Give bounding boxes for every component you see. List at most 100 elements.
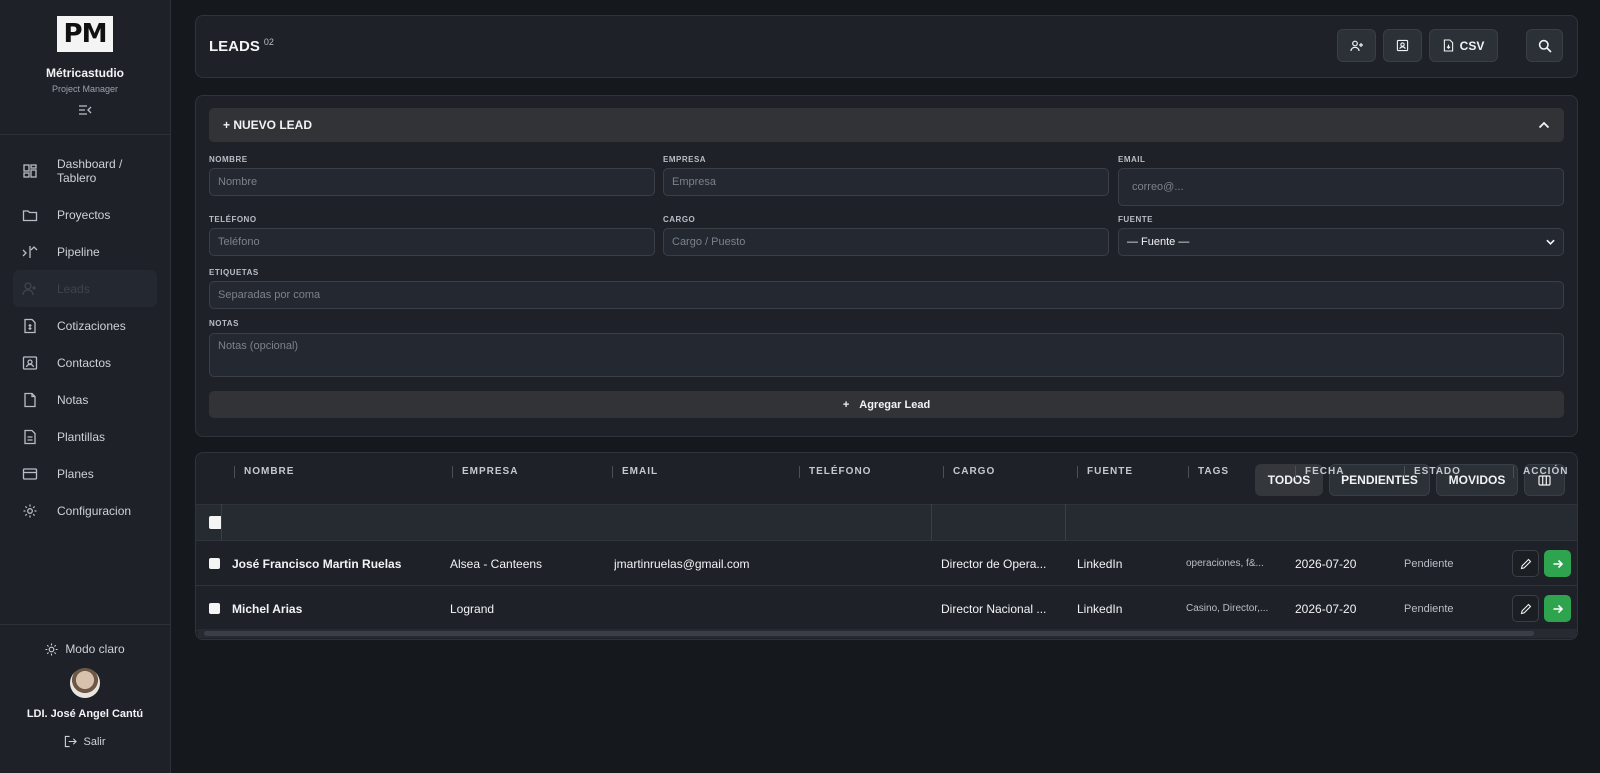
column-header-estado[interactable]: ESTADO <box>1404 453 1461 490</box>
edit-lead-button[interactable] <box>1512 550 1539 577</box>
gear-icon <box>23 504 37 517</box>
column-header-tags[interactable]: TAGS <box>1188 453 1229 490</box>
add-lead-button[interactable] <box>1337 29 1376 62</box>
export-csv-button[interactable]: CSV <box>1429 29 1498 62</box>
column-header-nombre[interactable]: NOMBRE <box>234 453 294 490</box>
sidebar-item-notas[interactable]: Notas <box>13 381 157 418</box>
lead-company: Logrand <box>450 601 495 616</box>
telefono-input[interactable] <box>209 228 655 256</box>
table-row[interactable]: Michel Arias Logrand Director Nacional .… <box>196 586 1577 631</box>
lead-status: Pendiente <box>1404 602 1454 615</box>
contact-card-icon <box>22 355 38 370</box>
pencil-icon <box>1520 558 1531 569</box>
notas-textarea[interactable] <box>209 333 1564 377</box>
user-plus-icon <box>1349 40 1363 51</box>
lead-name[interactable]: José Francisco Martin Ruelas <box>232 541 442 586</box>
sidebar-item-label: Planes <box>57 466 94 481</box>
sidebar-item-plantillas[interactable]: Plantillas <box>13 418 157 455</box>
sidebar-item-dashboard[interactable]: Dashboard / Tablero <box>13 150 157 192</box>
search-button[interactable] <box>1526 29 1563 62</box>
email-input[interactable] <box>1118 168 1564 206</box>
sidebar-item-label: Leads <box>57 281 90 296</box>
add-lead-submit-label: Agregar Lead <box>859 398 931 411</box>
empresa-label: EMPRESA <box>663 155 707 164</box>
chevron-up-icon <box>1538 121 1550 129</box>
quote-doc-icon <box>24 318 36 333</box>
telefono-label: TELÉFONO <box>209 215 257 224</box>
table-row[interactable]: José Francisco Martin Ruelas Alsea - Can… <box>196 541 1577 586</box>
move-lead-button[interactable] <box>1544 595 1571 622</box>
edit-lead-button[interactable] <box>1512 595 1539 622</box>
sidebar-item-label: Cotizaciones <box>57 318 126 333</box>
lead-tags: operaciones, f&... <box>1186 558 1264 569</box>
new-lead-title: + NUEVO LEAD <box>223 118 313 132</box>
lead-position: Director Nacional ... <box>941 601 1047 616</box>
empresa-input[interactable] <box>663 168 1109 196</box>
export-csv-label: CSV <box>1459 38 1485 53</box>
note-icon <box>24 392 36 407</box>
sidebar-item-pipeline[interactable]: Pipeline <box>13 233 157 270</box>
template-icon <box>24 429 36 444</box>
move-lead-button[interactable] <box>1544 550 1571 577</box>
theme-toggle-label: Modo claro <box>65 642 125 656</box>
sidebar-item-planes[interactable]: Planes <box>13 455 157 492</box>
arrow-right-icon <box>1553 559 1563 568</box>
notas-label: NOTAS <box>209 319 239 328</box>
new-lead-toggle[interactable]: + NUEVO LEAD <box>209 108 1564 142</box>
column-header-fecha[interactable]: FECHA <box>1295 453 1344 490</box>
column-header-email[interactable]: EMAIL <box>612 453 658 490</box>
lead-name[interactable]: Michel Arias <box>232 586 442 631</box>
page-header: LEADS 02 CSV <box>195 15 1578 78</box>
search-icon <box>1538 39 1552 53</box>
table-header <box>196 504 1577 541</box>
dashboard-icon <box>23 164 37 178</box>
column-header-accion: ACCIÓN <box>1513 453 1568 490</box>
sidebar-item-label: Notas <box>57 392 89 407</box>
sidebar-item-proyectos[interactable]: Proyectos <box>13 196 157 233</box>
column-header-telefono[interactable]: TELÉFONO <box>799 453 871 490</box>
card-icon <box>22 467 38 480</box>
sidebar-item-leads[interactable]: Leads <box>13 270 157 307</box>
file-export-icon <box>1443 39 1453 52</box>
horizontal-scrollbar-thumb[interactable] <box>204 631 1534 636</box>
sidebar-footer: Modo claro LDI. José Angel Cantú Salir <box>0 624 170 773</box>
lead-email <box>614 586 794 631</box>
sidebar-item-configuracion[interactable]: Configuracion <box>13 492 157 529</box>
lead-count: 02 <box>263 37 274 47</box>
row-checkbox[interactable] <box>209 558 220 569</box>
nombre-label: NOMBRE <box>209 155 248 164</box>
arrow-right-icon <box>1553 604 1563 613</box>
cargo-input[interactable] <box>663 228 1109 256</box>
sidebar-item-label: Plantillas <box>57 429 106 444</box>
brand-subtitle: Project Manager <box>51 84 119 94</box>
fuente-select[interactable]: — Fuente — <box>1118 228 1564 256</box>
sidebar-item-label: Configuracion <box>57 503 132 518</box>
chevron-down-icon <box>1546 239 1555 245</box>
lead-phone <box>801 541 921 586</box>
plus-icon: + <box>842 398 850 411</box>
row-checkbox[interactable] <box>209 603 220 614</box>
import-contacts-button[interactable] <box>1383 29 1422 62</box>
add-lead-submit-button[interactable]: + Agregar Lead <box>209 391 1564 418</box>
logout-label: Salir <box>83 735 106 748</box>
nombre-input[interactable] <box>209 168 655 196</box>
logout-button[interactable]: Salir <box>0 735 170 748</box>
column-header-empresa[interactable]: EMPRESA <box>452 453 518 490</box>
etiquetas-input[interactable] <box>209 281 1564 309</box>
sidebar-item-cotizaciones[interactable]: Cotizaciones <box>13 307 157 344</box>
sidebar-item-contactos[interactable]: Contactos <box>13 344 157 381</box>
avatar[interactable] <box>70 668 100 698</box>
folder-icon <box>22 209 38 221</box>
leads-table-card: TODOS PENDIENTES MOVIDOS NOMBRE EMPRESA … <box>195 452 1578 640</box>
collapse-menu-icon <box>79 105 92 115</box>
fuente-selected: — Fuente — <box>1127 236 1190 248</box>
column-header-cargo[interactable]: CARGO <box>943 453 995 490</box>
theme-toggle[interactable]: Modo claro <box>0 642 170 656</box>
lead-date: 2026-07-20 <box>1295 601 1357 616</box>
collapse-sidebar-button[interactable] <box>0 104 170 120</box>
sidebar-item-label: Proyectos <box>57 207 111 222</box>
column-header-fuente[interactable]: FUENTE <box>1077 453 1133 490</box>
page-title-text: LEADS <box>209 38 260 55</box>
lead-tags: Casino, Director,... <box>1186 603 1269 614</box>
user-plus-icon <box>22 281 36 295</box>
